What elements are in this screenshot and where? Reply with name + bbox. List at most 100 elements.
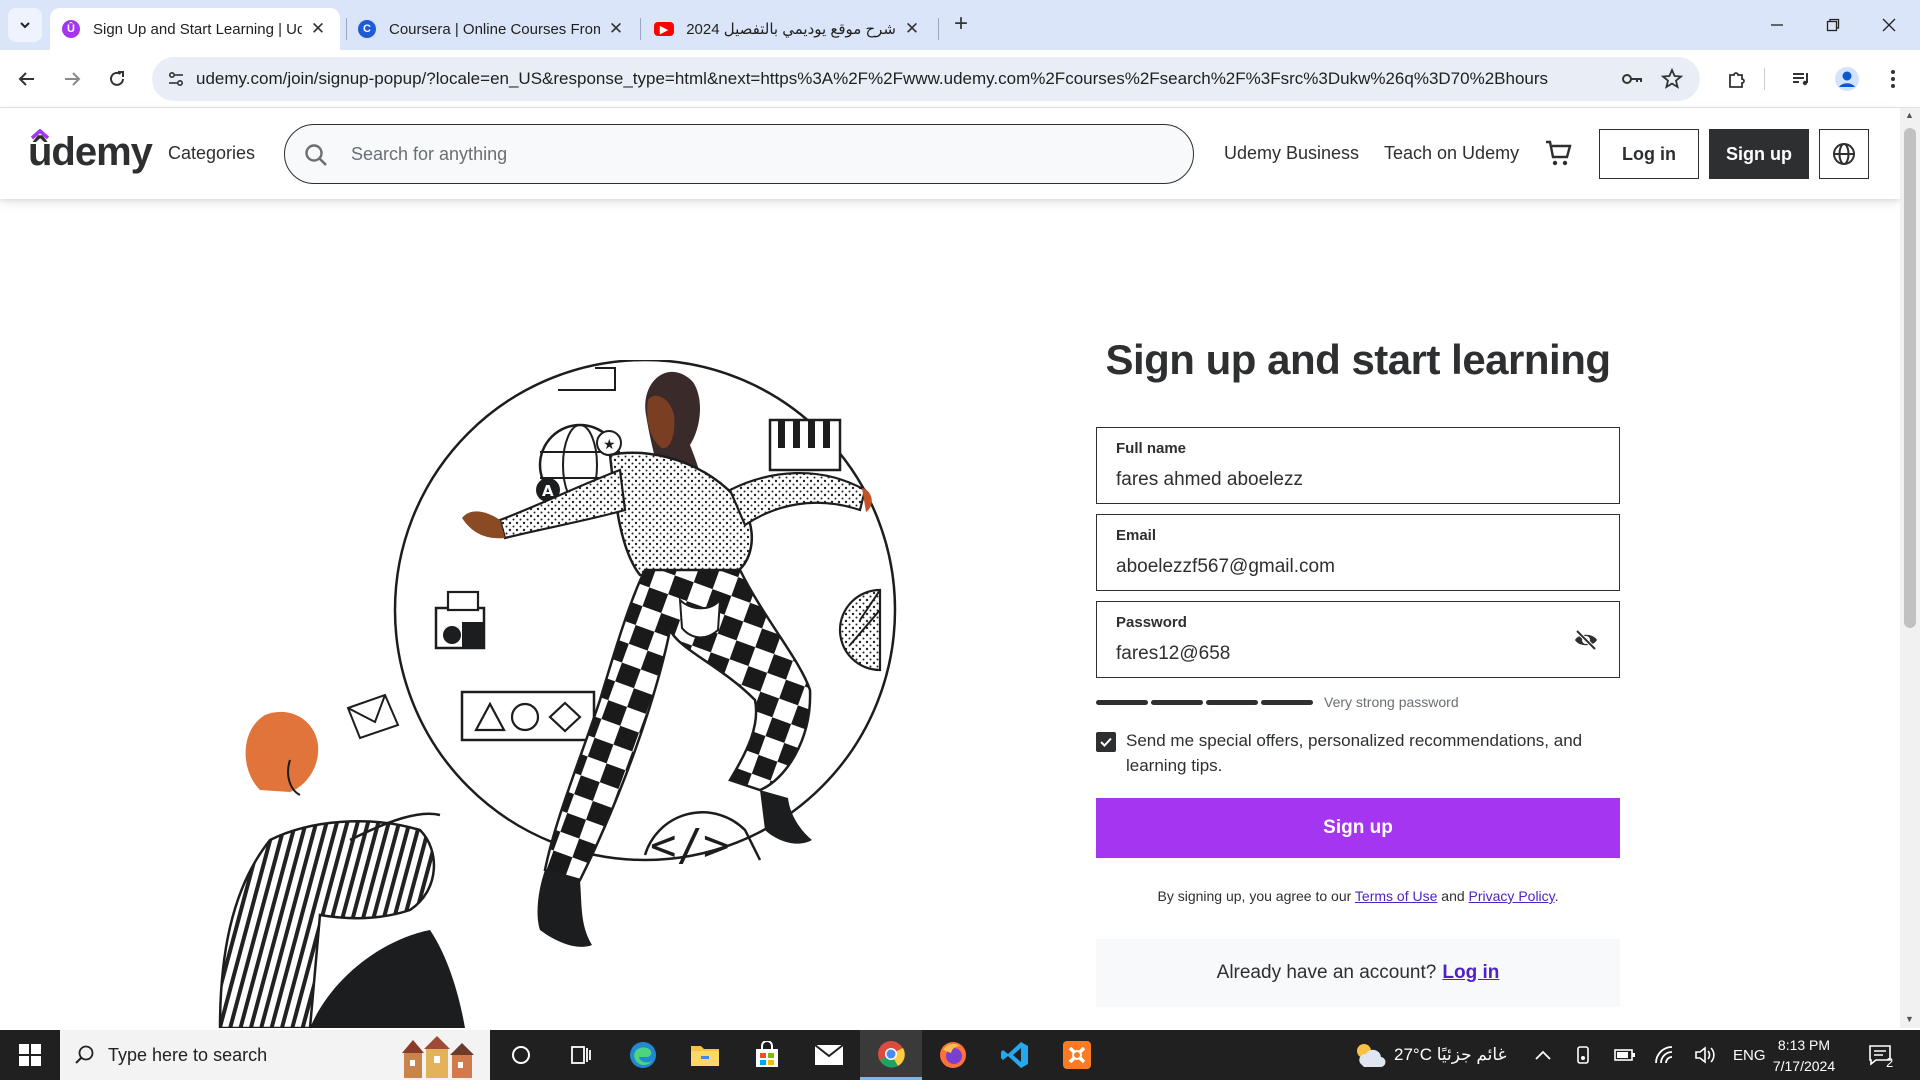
tab-udemy[interactable]: Û Sign Up and Start Learning | Ud ✕ — [50, 8, 340, 50]
new-tab-button[interactable]: + — [948, 12, 974, 38]
globe-icon — [1833, 143, 1855, 165]
bookmark-star-icon[interactable] — [1660, 67, 1684, 91]
header-signup-button[interactable]: Sign up — [1709, 129, 1809, 179]
weather-widget[interactable]: 27°C غائم جزئيًا — [1352, 1030, 1507, 1080]
privacy-policy-link[interactable]: Privacy Policy — [1469, 888, 1555, 904]
windows-taskbar: Type here to search 27°C غائم جزئيًا ENG… — [0, 1030, 1920, 1080]
taskbar-search[interactable]: Type here to search — [60, 1030, 490, 1080]
fullname-input[interactable] — [1116, 466, 1556, 494]
legal-notice: By signing up, you agree to our Terms of… — [1096, 888, 1620, 904]
tab-title: Coursera | Online Courses From — [389, 20, 600, 38]
login-prompt: Already have an account? Log in — [1096, 939, 1620, 1007]
terms-of-use-link[interactable]: Terms of Use — [1355, 888, 1437, 904]
password-input[interactable] — [1116, 640, 1556, 668]
fullname-field[interactable]: Full name — [1096, 427, 1620, 504]
tab-youtube[interactable]: ▶ شرح موقع يوديمي بالتفصيل 2024 ✕ — [642, 8, 934, 50]
xampp-app[interactable] — [1046, 1030, 1108, 1080]
task-view-button[interactable] — [550, 1030, 612, 1080]
tab-search-button[interactable] — [8, 8, 42, 42]
language-button[interactable] — [1819, 129, 1869, 179]
cortana-button[interactable] — [490, 1030, 552, 1080]
vscode-app[interactable] — [984, 1030, 1046, 1080]
page-scrollbar[interactable]: ▲ ▼ — [1900, 108, 1920, 1028]
firefox-icon — [940, 1042, 966, 1068]
address-bar[interactable]: udemy.com/join/signup-popup/?locale=en_U… — [152, 57, 1700, 101]
email-label: Email — [1116, 527, 1157, 544]
avatar-icon — [1835, 67, 1859, 91]
marketing-consent: Send me special offers, personalized rec… — [1096, 728, 1620, 778]
file-explorer-app[interactable] — [674, 1030, 736, 1080]
search-icon[interactable] — [303, 142, 329, 168]
email-input[interactable] — [1116, 553, 1556, 581]
windows-logo-icon — [19, 1044, 41, 1066]
mail-app[interactable] — [798, 1030, 860, 1080]
browser-toolbar: udemy.com/join/signup-popup/?locale=en_U… — [0, 50, 1920, 108]
tab-title: Sign Up and Start Learning | Ud — [93, 20, 302, 38]
eye-off-icon[interactable] — [1573, 629, 1599, 651]
puzzle-icon — [1729, 72, 1745, 88]
device-icon[interactable] — [1574, 1030, 1592, 1080]
udemy-business-link[interactable]: Udemy Business — [1224, 143, 1359, 164]
browser-menu-button[interactable] — [1878, 64, 1908, 94]
legal-and: and — [1441, 888, 1465, 904]
strength-segment — [1206, 699, 1258, 705]
media-control-button[interactable] — [1786, 64, 1816, 94]
signup-submit-button[interactable]: Sign up — [1096, 798, 1620, 858]
browser-tab-strip: Û Sign Up and Start Learning | Ud ✕ C Co… — [0, 0, 1920, 50]
volume-icon[interactable] — [1694, 1030, 1716, 1080]
scroll-up-arrow-icon[interactable]: ▲ — [1905, 110, 1914, 120]
chrome-app[interactable] — [860, 1030, 922, 1080]
password-key-icon[interactable] — [1620, 67, 1644, 91]
already-text: Already have an account? — [1216, 962, 1437, 983]
vscode-icon — [1001, 1042, 1028, 1068]
cortana-icon — [512, 1046, 530, 1064]
consent-text[interactable]: Send me special offers, personalized rec… — [1126, 728, 1620, 778]
chrome-icon — [878, 1040, 905, 1068]
minimize-button[interactable] — [1754, 10, 1800, 40]
close-icon[interactable]: ✕ — [308, 19, 328, 39]
arrow-right-icon — [65, 72, 81, 86]
site-header: ûdemy Categories Udemy Business Teach on… — [0, 108, 1900, 199]
url-text[interactable]: udemy.com/join/signup-popup/?locale=en_U… — [196, 69, 1556, 89]
close-window-button[interactable] — [1866, 10, 1912, 40]
reload-button[interactable] — [102, 64, 132, 94]
consent-checkbox[interactable] — [1096, 732, 1116, 752]
close-icon[interactable]: ✕ — [606, 19, 626, 39]
task-view-icon — [571, 1046, 591, 1064]
scrollbar-thumb[interactable] — [1904, 128, 1916, 628]
start-button[interactable] — [0, 1030, 60, 1080]
taskbar-clock[interactable]: 8:13 PM 7/17/2024 — [1756, 1035, 1852, 1077]
login-link[interactable]: Log in — [1442, 962, 1499, 984]
udemy-logo[interactable]: ûdemy — [28, 128, 153, 175]
teach-on-udemy-link[interactable]: Teach on Udemy — [1384, 143, 1519, 164]
back-button[interactable] — [12, 64, 42, 94]
firefox-app[interactable] — [922, 1030, 984, 1080]
store-app[interactable] — [736, 1030, 798, 1080]
cart-icon[interactable] — [1544, 138, 1572, 173]
search-input[interactable] — [351, 140, 1151, 168]
course-search[interactable] — [284, 124, 1194, 184]
battery-icon[interactable] — [1614, 1030, 1636, 1080]
restore-button[interactable] — [1810, 10, 1856, 40]
edge-app[interactable] — [612, 1030, 674, 1080]
clock-date: 7/17/2024 — [1772, 1058, 1836, 1074]
password-field[interactable]: Password — [1096, 601, 1620, 678]
search-icon — [75, 1045, 94, 1064]
site-info-icon[interactable] — [164, 67, 188, 91]
show-hidden-icons-button[interactable] — [1534, 1030, 1552, 1080]
forward-button[interactable] — [57, 64, 87, 94]
email-field[interactable]: Email — [1096, 514, 1620, 591]
wifi-icon[interactable] — [1654, 1030, 1676, 1080]
legal-prefix: By signing up, you agree to our — [1157, 888, 1352, 904]
notifications-button[interactable]: 2 — [1868, 1030, 1893, 1080]
tab-coursera[interactable]: C Coursera | Online Courses From ✕ — [346, 8, 638, 50]
close-icon[interactable]: ✕ — [902, 19, 922, 39]
categories-link[interactable]: Categories — [168, 143, 255, 164]
extensions-button[interactable] — [1722, 64, 1752, 94]
password-strength-meter: Very strong password — [1096, 694, 1459, 710]
profile-button[interactable] — [1832, 64, 1862, 94]
taskbar-search-placeholder: Type here to search — [108, 1045, 268, 1065]
checkmark-icon — [1100, 737, 1112, 747]
header-login-button[interactable]: Log in — [1599, 129, 1699, 179]
scroll-down-arrow-icon[interactable]: ▼ — [1905, 1014, 1914, 1024]
